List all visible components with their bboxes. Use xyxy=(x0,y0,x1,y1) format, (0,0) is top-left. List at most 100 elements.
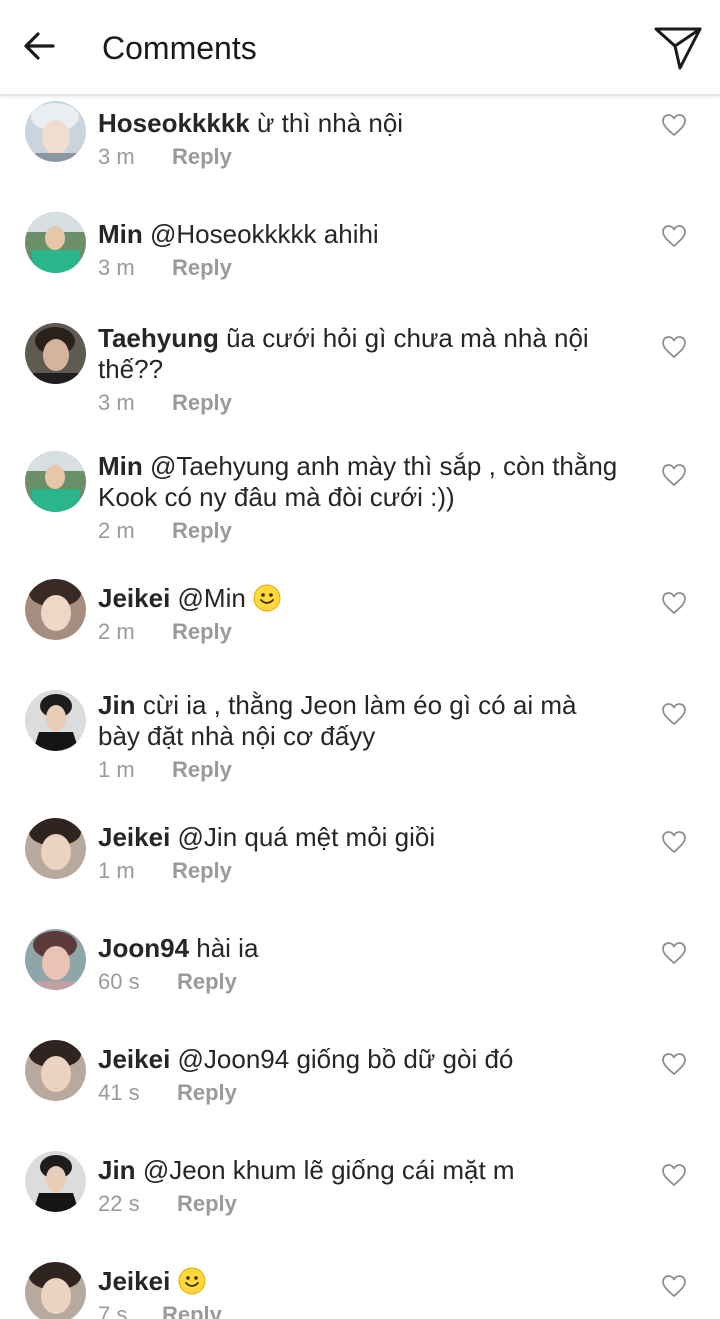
heart-icon[interactable] xyxy=(661,1163,687,1187)
comment-text: Jin cừi ia , thằng Jeon làm éo gì có ai … xyxy=(98,690,618,752)
comment-time: 3 m xyxy=(98,144,135,169)
comment-username[interactable]: Jin xyxy=(98,690,136,720)
back-button[interactable] xyxy=(20,26,60,66)
comment-text: Jeikei xyxy=(98,1266,618,1297)
arrow-left-icon xyxy=(24,32,55,60)
comment-body: Jeikei @Joon94 giống bồ dữ gòi đó 41 s R… xyxy=(98,1044,618,1108)
comment-username[interactable]: Taehyung xyxy=(98,323,219,353)
comment-time: 1 m xyxy=(98,858,135,883)
comment-time: 22 s xyxy=(98,1191,140,1216)
comment-time: 41 s xyxy=(98,1080,140,1105)
comment-body: Taehyung ũa cưới hỏi gì chưa mà nhà nội … xyxy=(98,323,618,418)
heart-icon[interactable] xyxy=(661,224,687,248)
comment-text: Taehyung ũa cưới hỏi gì chưa mà nhà nội … xyxy=(98,323,618,385)
paper-plane-icon xyxy=(654,27,702,70)
reply-button[interactable]: Reply xyxy=(172,253,232,283)
comment-text: Jin @Jeon khum lẽ giống cái mặt m xyxy=(98,1155,618,1186)
reply-button[interactable]: Reply xyxy=(172,516,232,546)
heart-icon[interactable] xyxy=(661,463,687,487)
comment-meta: 3 m Reply xyxy=(98,388,618,418)
smiling-face-emoji xyxy=(253,584,281,612)
comment-body: Jeikei @Min 2 m Reply xyxy=(98,583,618,647)
comment-message: hài ia xyxy=(196,933,259,963)
heart-icon[interactable] xyxy=(661,591,687,615)
comment-body: Min @Hoseokkkkk ahihi 3 m Reply xyxy=(98,219,618,283)
avatar[interactable] xyxy=(25,101,86,162)
reply-button[interactable]: Reply xyxy=(172,388,232,418)
comment-time: 2 m xyxy=(98,518,135,543)
avatar[interactable] xyxy=(25,929,86,990)
comment-body: Hoseokkkkk ừ thì nhà nội 3 m Reply xyxy=(98,108,618,172)
avatar[interactable] xyxy=(25,1151,86,1212)
reply-button[interactable]: Reply xyxy=(177,967,237,997)
comment-time: 7 s xyxy=(98,1302,128,1319)
avatar[interactable] xyxy=(25,323,86,384)
comment-time: 3 m xyxy=(98,390,135,415)
comment-meta: 2 m Reply xyxy=(98,516,618,546)
reply-button[interactable]: Reply xyxy=(172,142,232,172)
heart-icon[interactable] xyxy=(661,830,687,854)
comment-username[interactable]: Jeikei xyxy=(98,1266,170,1296)
avatar[interactable] xyxy=(25,1040,86,1101)
comment-text: Min @Taehyung anh mày thì sắp , còn thằn… xyxy=(98,451,618,513)
reply-button[interactable]: Reply xyxy=(177,1078,237,1108)
comment-text: Min @Hoseokkkkk ahihi xyxy=(98,219,618,250)
comment-meta: 1 m Reply xyxy=(98,755,618,785)
heart-icon[interactable] xyxy=(661,113,687,137)
comment-time: 1 m xyxy=(98,757,135,782)
reply-button[interactable]: Reply xyxy=(177,1189,237,1219)
comment-text: Joon94 hài ia xyxy=(98,933,618,964)
heart-icon[interactable] xyxy=(661,702,687,726)
comment-username[interactable]: Jin xyxy=(98,1155,136,1185)
share-button[interactable] xyxy=(653,24,703,72)
comment-username[interactable]: Hoseokkkkk xyxy=(98,108,250,138)
heart-icon[interactable] xyxy=(661,335,687,359)
reply-button[interactable]: Reply xyxy=(172,856,232,886)
comment-meta: 60 s Reply xyxy=(98,967,618,997)
comment-body: Jin @Jeon khum lẽ giống cái mặt m 22 s R… xyxy=(98,1155,618,1219)
heart-icon[interactable] xyxy=(661,1274,687,1298)
comments-list[interactable]: Hoseokkkkk ừ thì nhà nội 3 m Reply Min @… xyxy=(0,96,720,1319)
comment-username[interactable]: Min xyxy=(98,451,143,481)
comment-meta: 1 m Reply xyxy=(98,856,618,886)
comment-message: @Taehyung anh mày thì sắp , còn thằng Ko… xyxy=(98,451,618,512)
avatar[interactable] xyxy=(25,818,86,879)
avatar[interactable] xyxy=(25,212,86,273)
comment-meta: 7 s Reply xyxy=(98,1300,618,1319)
comment-time: 2 m xyxy=(98,619,135,644)
comment-time: 3 m xyxy=(98,255,135,280)
heart-icon[interactable] xyxy=(661,1052,687,1076)
comment-message: @Jeon khum lẽ giống cái mặt m xyxy=(142,1155,515,1185)
comment-message: ừ thì nhà nội xyxy=(257,108,404,138)
comment-meta: 3 m Reply xyxy=(98,142,618,172)
comment-time: 60 s xyxy=(98,969,140,994)
reply-button[interactable]: Reply xyxy=(162,1300,222,1319)
reply-button[interactable]: Reply xyxy=(172,617,232,647)
top-bar: Comments xyxy=(0,0,720,96)
comment-meta: 2 m Reply xyxy=(98,617,618,647)
comment-message: cừi ia , thằng Jeon làm éo gì có ai mà b… xyxy=(98,690,577,751)
avatar[interactable] xyxy=(25,451,86,512)
comment-username[interactable]: Jeikei xyxy=(98,1044,170,1074)
comment-username[interactable]: Min xyxy=(98,219,143,249)
avatar[interactable] xyxy=(25,1262,86,1319)
comment-body: Jeikei @Jin quá mệt mỏi giồi 1 m Reply xyxy=(98,822,618,886)
reply-button[interactable]: Reply xyxy=(172,755,232,785)
comment-meta: 3 m Reply xyxy=(98,253,618,283)
page-title: Comments xyxy=(102,30,257,66)
avatar[interactable] xyxy=(25,579,86,640)
comment-username[interactable]: Joon94 xyxy=(98,933,189,963)
comment-text: Hoseokkkkk ừ thì nhà nội xyxy=(98,108,618,139)
comment-username[interactable]: Jeikei xyxy=(98,583,170,613)
comment-body: Min @Taehyung anh mày thì sắp , còn thằn… xyxy=(98,451,618,546)
comment-body: Joon94 hài ia 60 s Reply xyxy=(98,933,618,997)
comment-message: @Hoseokkkkk ahihi xyxy=(150,219,379,249)
comment-body: Jeikei 7 s Reply xyxy=(98,1266,618,1319)
avatar[interactable] xyxy=(25,690,86,751)
comment-body: Jin cừi ia , thằng Jeon làm éo gì có ai … xyxy=(98,690,618,785)
comment-text: Jeikei @Jin quá mệt mỏi giồi xyxy=(98,822,618,853)
heart-icon[interactable] xyxy=(661,941,687,965)
comment-text: Jeikei @Min xyxy=(98,583,618,614)
smiling-face-emoji xyxy=(178,1267,206,1295)
comment-username[interactable]: Jeikei xyxy=(98,822,170,852)
